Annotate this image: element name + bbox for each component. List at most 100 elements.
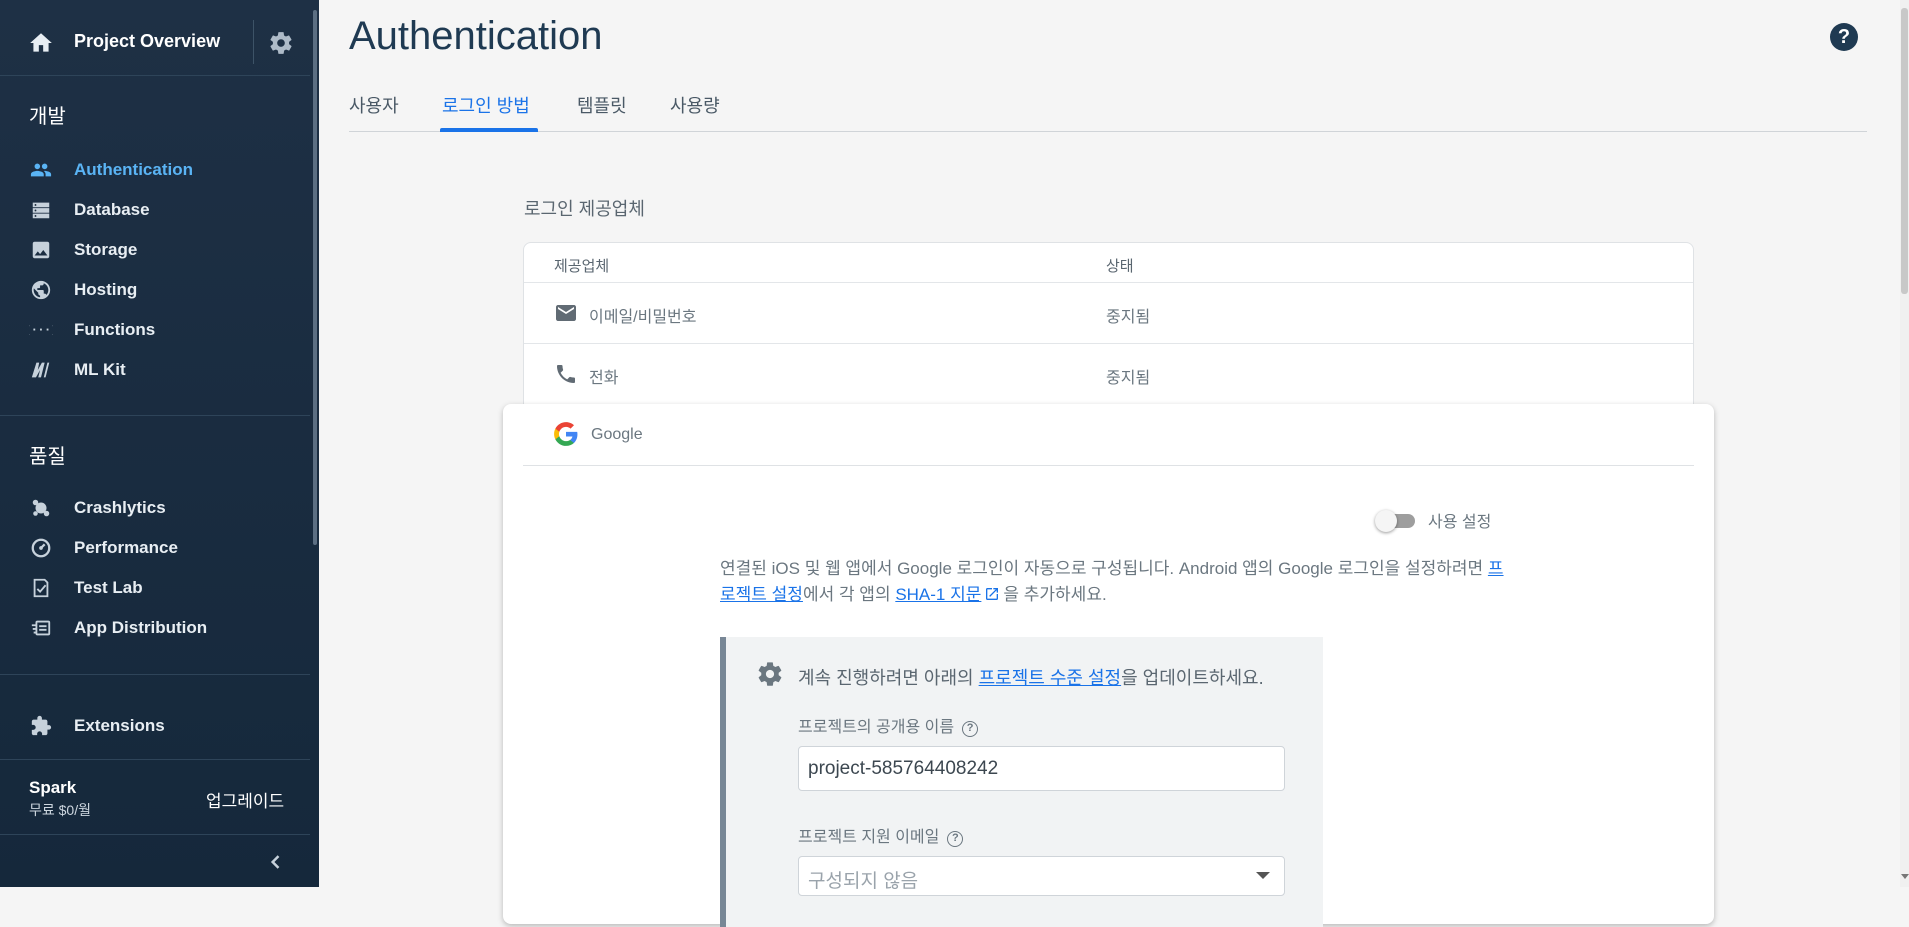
users-icon bbox=[30, 163, 52, 177]
google-description: 연결된 iOS 및 웹 앱에서 Google 로그인이 자동으로 구성됩니다. … bbox=[720, 556, 1510, 608]
column-header-status: 상태 bbox=[1106, 258, 1134, 275]
functions-icon: (···) bbox=[29, 324, 53, 337]
support-email-label: 프로젝트 지원 이메일? bbox=[798, 823, 964, 847]
plan-price: 무료 $0/월 bbox=[29, 802, 91, 818]
notice-text-part: 계속 진행하려면 아래의 bbox=[798, 668, 979, 688]
sidebar-item-label: Functions bbox=[74, 320, 156, 339]
plan-name: Spark bbox=[29, 778, 77, 797]
sidebar-item-hosting[interactable]: Hosting bbox=[0, 271, 310, 309]
sha1-fingerprint-link[interactable]: SHA-1 지문 bbox=[895, 585, 981, 604]
sidebar-item-app-distribution[interactable]: App Distribution bbox=[0, 609, 310, 647]
phone-icon bbox=[557, 365, 575, 383]
provider-name: 이메일/비밀번호 bbox=[589, 309, 697, 326]
page-title: Authentication bbox=[349, 14, 603, 58]
notice-text: 계속 진행하려면 아래의 프로젝트 수준 설정을 업데이트하세요. bbox=[798, 664, 1264, 690]
sidebar-item-storage[interactable]: Storage bbox=[0, 231, 310, 269]
provider-name: 전화 bbox=[589, 370, 619, 387]
provider-status: 중지됨 bbox=[1106, 370, 1151, 387]
label-text: 프로젝트 지원 이메일 bbox=[798, 829, 940, 846]
sidebar-header: Project Overview bbox=[0, 0, 310, 76]
sidebar-item-label: Hosting bbox=[74, 280, 138, 299]
sidebar-item-functions[interactable]: (···) Functions bbox=[0, 311, 310, 349]
settings-gear-icon[interactable] bbox=[268, 30, 294, 56]
mail-icon bbox=[556, 305, 576, 321]
sidebar-item-extensions[interactable]: Extensions bbox=[0, 707, 310, 745]
providers-heading: 로그인 제공업체 bbox=[524, 199, 645, 219]
divider bbox=[0, 759, 310, 760]
external-link-icon[interactable] bbox=[984, 586, 1000, 602]
page-scrollbar[interactable] bbox=[1900, 0, 1909, 887]
sidebar-item-authentication[interactable]: Authentication bbox=[0, 151, 310, 189]
column-header-provider: 제공업체 bbox=[554, 258, 610, 275]
sidebar-item-database[interactable]: Database bbox=[0, 191, 310, 229]
sidebar-item-label: Extensions bbox=[74, 716, 165, 735]
sidebar-item-label: Authentication bbox=[74, 160, 193, 179]
description-text: 연결된 iOS 및 웹 앱에서 Google 로그인이 자동으로 구성됩니다. … bbox=[720, 559, 1488, 578]
section-quality: 품질 bbox=[29, 446, 66, 468]
scroll-down-arrow-icon[interactable] bbox=[1901, 874, 1909, 879]
help-question-icon[interactable]: ? bbox=[947, 831, 964, 847]
collapse-chevron-left-icon[interactable] bbox=[266, 852, 286, 872]
help-icon[interactable]: ? bbox=[1830, 23, 1858, 51]
table-row[interactable]: 전화 중지됨 bbox=[524, 344, 1693, 405]
tab-usage[interactable]: 사용량 bbox=[670, 92, 720, 118]
upgrade-button[interactable]: 업그레이드 bbox=[206, 787, 284, 812]
extensions-icon bbox=[31, 715, 52, 736]
sidebar: Project Overview 개발 Authentication Datab… bbox=[0, 0, 319, 887]
project-settings-notice: 계속 진행하려면 아래의 프로젝트 수준 설정을 업데이트하세요. 프로젝트의 … bbox=[720, 637, 1323, 927]
google-provider-header[interactable]: Google bbox=[523, 404, 1694, 466]
enable-toggle[interactable] bbox=[1375, 509, 1417, 532]
sidebar-item-label: Storage bbox=[74, 240, 138, 259]
label-text: 프로젝트의 공개용 이름 bbox=[798, 719, 955, 736]
sidebar-item-label: Test Lab bbox=[74, 578, 143, 597]
tab-users[interactable]: 사용자 bbox=[349, 92, 399, 118]
sidebar-item-label: App Distribution bbox=[74, 618, 208, 637]
divider bbox=[253, 20, 254, 64]
tab-templates[interactable]: 템플릿 bbox=[577, 92, 627, 118]
sidebar-item-label: Performance bbox=[74, 538, 178, 557]
sidebar-item-label: ML Kit bbox=[74, 360, 126, 379]
dropdown-arrow-icon bbox=[1256, 872, 1270, 879]
gear-icon bbox=[758, 662, 782, 686]
enable-toggle-label: 사용 설정 bbox=[1428, 514, 1492, 531]
provider-status: 중지됨 bbox=[1106, 309, 1151, 326]
support-email-select[interactable]: 구성되지 않음 bbox=[798, 856, 1285, 896]
ml-kit-icon bbox=[31, 362, 50, 378]
project-overview-link[interactable]: Project Overview bbox=[74, 31, 220, 52]
table-row[interactable]: 이메일/비밀번호 중지됨 bbox=[524, 283, 1693, 344]
sidebar-item-test-lab[interactable]: Test Lab bbox=[0, 569, 310, 607]
divider bbox=[0, 674, 310, 675]
notice-text-part: 을 업데이트하세요. bbox=[1121, 668, 1264, 688]
sidebar-item-ml-kit[interactable]: ML Kit bbox=[0, 351, 310, 389]
description-text: 을 추가하세요. bbox=[1003, 585, 1107, 604]
app-distribution-icon bbox=[31, 620, 51, 636]
google-logo-icon bbox=[554, 422, 578, 446]
public-name-label: 프로젝트의 공개용 이름? bbox=[798, 713, 979, 737]
image-icon bbox=[32, 241, 50, 259]
divider bbox=[0, 415, 310, 416]
provider-name: Google bbox=[591, 426, 643, 443]
crashlytics-icon bbox=[32, 499, 50, 517]
public-name-input[interactable] bbox=[798, 746, 1285, 791]
home-icon[interactable] bbox=[28, 30, 54, 56]
scrollbar-thumb[interactable] bbox=[1901, 8, 1908, 294]
checklist-icon bbox=[33, 578, 49, 598]
svg-text:(···): (···) bbox=[29, 324, 53, 337]
help-question-icon[interactable]: ? bbox=[962, 721, 979, 737]
section-develop: 개발 bbox=[29, 106, 66, 128]
select-placeholder: 구성되지 않음 bbox=[808, 871, 919, 892]
divider bbox=[0, 834, 310, 835]
database-icon bbox=[32, 202, 50, 219]
gauge-icon bbox=[31, 538, 51, 558]
project-level-settings-link[interactable]: 프로젝트 수준 설정 bbox=[979, 668, 1121, 688]
sidebar-item-crashlytics[interactable]: Crashlytics bbox=[0, 489, 310, 527]
table-header: 제공업체 상태 bbox=[524, 243, 1693, 283]
tab-sign-in-method[interactable]: 로그인 방법 bbox=[442, 92, 530, 118]
toggle-knob bbox=[1375, 510, 1397, 532]
sidebar-scrollbar[interactable] bbox=[313, 10, 317, 545]
globe-icon bbox=[31, 280, 51, 300]
active-tab-indicator bbox=[440, 128, 538, 132]
google-provider-panel: Google 사용 설정 연결된 iOS 및 웹 앱에서 Google 로그인이… bbox=[503, 404, 1714, 927]
tab-bar: 사용자 로그인 방법 템플릿 사용량 bbox=[349, 88, 1867, 132]
sidebar-item-performance[interactable]: Performance bbox=[0, 529, 310, 567]
